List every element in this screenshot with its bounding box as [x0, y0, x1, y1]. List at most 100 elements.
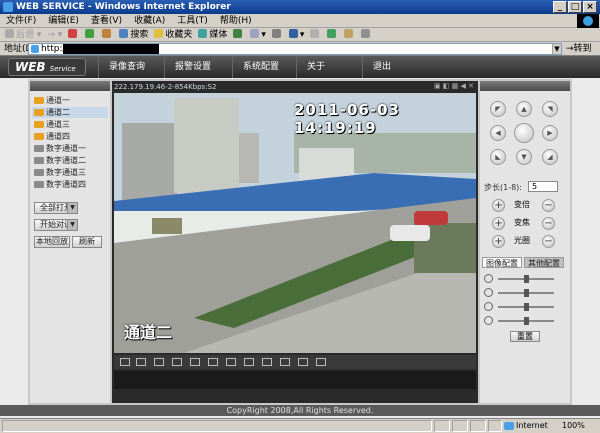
focus-far-button[interactable]: − — [542, 217, 555, 230]
osd-channel-name: 通道二 — [124, 323, 173, 342]
talk-dropdown[interactable]: 开始对讲 ▼ — [34, 219, 78, 231]
snapshot-icon[interactable] — [262, 358, 272, 366]
menu-help[interactable]: 帮助(H) — [214, 14, 258, 28]
web-service-logo: WEB Service — [8, 58, 86, 76]
focus-near-button[interactable]: + — [492, 217, 505, 230]
favorites-label: 收藏夹 — [165, 30, 193, 40]
reset-button[interactable]: 重置 — [510, 331, 540, 342]
brightness-slider[interactable] — [484, 273, 566, 285]
close-button[interactable]: × — [583, 1, 597, 13]
saturation-slider[interactable] — [484, 301, 566, 313]
split-4-icon[interactable] — [154, 358, 164, 366]
ptz-down-left-button[interactable]: ◣ — [490, 149, 506, 165]
slider-thumb[interactable] — [524, 275, 529, 283]
channel-item[interactable]: 通道一 — [32, 95, 108, 106]
back-button[interactable]: 后退 ▾ — [2, 28, 44, 42]
zoom-level[interactable]: 100% — [562, 419, 585, 433]
zoom-in-button[interactable]: + — [492, 199, 505, 212]
split-9-icon[interactable] — [208, 358, 218, 366]
channel-item[interactable]: 数字通道四 — [32, 179, 108, 190]
local-playback-button[interactable]: 本地回放 — [34, 236, 70, 248]
audio-icon[interactable] — [298, 358, 308, 366]
iris-close-button[interactable]: − — [542, 235, 555, 248]
messenger-button[interactable] — [324, 28, 341, 42]
search-button[interactable]: 搜索 — [116, 28, 151, 42]
refresh-list-button[interactable]: 刷新 — [72, 236, 102, 248]
channel-item[interactable]: 通道三 — [32, 119, 108, 130]
fluency-icon[interactable] — [316, 358, 326, 366]
ptz-right-button[interactable]: ▶ — [542, 125, 558, 141]
channel-item[interactable]: 数字通道三 — [32, 167, 108, 178]
media-button[interactable]: 媒体 — [195, 28, 230, 42]
menu-edit[interactable]: 编辑(E) — [42, 14, 85, 28]
slider-thumb[interactable] — [524, 289, 529, 297]
nav-alarm-settings[interactable]: 报警设置 — [164, 56, 221, 78]
chevron-down-icon: ▼ — [67, 220, 77, 230]
mail-button[interactable]: ▾ — [247, 28, 269, 42]
ptz-down-right-button[interactable]: ◢ — [542, 149, 558, 165]
nav-about[interactable]: 关于 — [296, 56, 335, 78]
ptz-up-right-button[interactable]: ◥ — [542, 101, 558, 117]
menu-view[interactable]: 查看(V) — [85, 14, 128, 28]
tab-image-config[interactable]: 图像配置 — [482, 257, 522, 268]
go-button[interactable]: →转到 — [566, 42, 592, 56]
history-icon — [233, 29, 243, 38]
go-label: 转到 — [573, 44, 592, 54]
research-button[interactable] — [341, 28, 358, 42]
step-label: 步长(1-8): — [484, 183, 523, 192]
stop-button[interactable] — [65, 28, 82, 42]
tab-other-config[interactable]: 其他配置 — [524, 257, 564, 268]
fullscreen-icon[interactable] — [120, 358, 130, 366]
iris-open-button[interactable]: + — [492, 235, 505, 248]
status-pane — [452, 420, 468, 432]
zoom-label: 变倍 — [514, 200, 530, 209]
camera-icon — [34, 169, 44, 176]
tools-button[interactable] — [358, 28, 375, 42]
step-select[interactable]: 5 — [528, 181, 558, 192]
ptz-center-button[interactable] — [514, 123, 534, 143]
channel-item[interactable]: 数字通道一 — [32, 143, 108, 154]
favorites-button[interactable]: 收藏夹 — [151, 28, 195, 42]
refresh-button[interactable] — [82, 28, 99, 42]
channel-item[interactable]: 数字通道二 — [32, 155, 108, 166]
slider-thumb[interactable] — [524, 317, 529, 325]
channel-item[interactable]: 通道四 — [32, 131, 108, 142]
menu-favorites[interactable]: 收藏(A) — [128, 14, 171, 28]
ptz-down-button[interactable]: ▼ — [516, 149, 532, 165]
forward-button[interactable]: → ▾ — [44, 28, 65, 42]
open-all-dropdown[interactable]: 全部打开 ▼ — [34, 202, 78, 214]
edit-button[interactable]: ▾ — [286, 28, 308, 42]
address-input[interactable]: http:// ▼ — [28, 43, 562, 55]
split-8-icon[interactable] — [190, 358, 200, 366]
address-dropdown-icon[interactable]: ▼ — [552, 44, 561, 54]
menu-tools[interactable]: 工具(T) — [171, 14, 214, 28]
camera-icon — [34, 157, 44, 164]
history-button[interactable] — [230, 28, 247, 42]
nav-logout[interactable]: 退出 — [362, 56, 401, 78]
split-16-icon[interactable] — [244, 358, 254, 366]
nav-system-config[interactable]: 系统配置 — [232, 56, 289, 78]
contrast-slider[interactable] — [484, 287, 566, 299]
maximize-button[interactable]: □ — [568, 1, 582, 13]
split-6-icon[interactable] — [172, 358, 182, 366]
home-button[interactable] — [99, 28, 116, 42]
discuss-button[interactable] — [307, 28, 324, 42]
split-13-icon[interactable] — [226, 358, 236, 366]
menu-file[interactable]: 文件(F) — [0, 14, 42, 28]
video-feed[interactable]: 2011-06-03 14:19:19 通道二 — [114, 93, 476, 353]
minimize-button[interactable]: _ — [553, 1, 567, 13]
ptz-up-left-button[interactable]: ◤ — [490, 101, 506, 117]
hue-slider[interactable] — [484, 315, 566, 327]
zoom-out-button[interactable]: − — [542, 199, 555, 212]
nav-record-search[interactable]: 录像查询 — [98, 56, 155, 78]
split-1-icon[interactable] — [136, 358, 146, 366]
osd-timestamp: 2011-06-03 14:19:19 — [294, 101, 400, 137]
ptz-left-button[interactable]: ◀ — [490, 125, 506, 141]
record-icon[interactable] — [280, 358, 290, 366]
channel-item[interactable]: 通道二 — [32, 107, 108, 118]
print-button[interactable] — [269, 28, 286, 42]
ptz-up-button[interactable]: ▲ — [516, 101, 532, 117]
back-arrow-icon — [5, 29, 14, 38]
channel-label: 数字通道二 — [46, 156, 86, 165]
slider-thumb[interactable] — [524, 303, 529, 311]
